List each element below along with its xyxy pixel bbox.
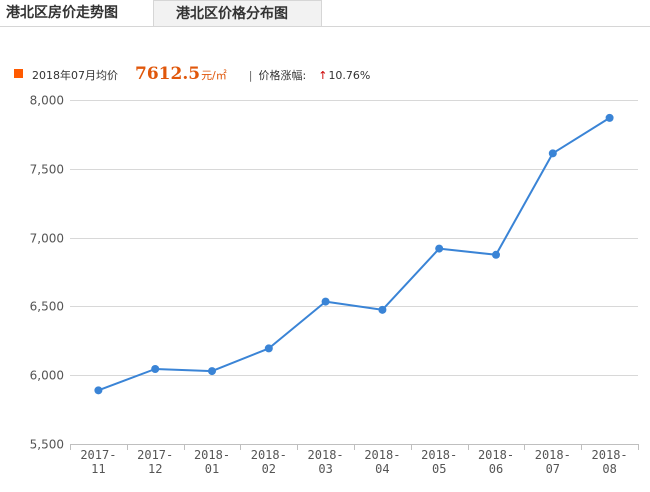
- data-point: [321, 297, 330, 306]
- y-tick-label: 7,500: [30, 163, 64, 177]
- x-tick-label: 2018-: [592, 448, 628, 462]
- x-tick-label: 02: [262, 462, 276, 476]
- x-tick-label: 03: [318, 462, 332, 476]
- x-tick-label: 01: [205, 462, 219, 476]
- y-tick-label: 7,000: [30, 232, 64, 246]
- data-point: [435, 244, 444, 253]
- data-point: [548, 149, 557, 158]
- x-tick-label: 2018-: [194, 448, 230, 462]
- data-point: [264, 344, 273, 353]
- y-tick-label: 5,500: [30, 438, 64, 452]
- y-tick-label: 6,500: [30, 300, 64, 314]
- x-tick-label: 2018-: [535, 448, 571, 462]
- x-tick-label: 2017-: [80, 448, 116, 462]
- x-tick-label: 12: [148, 462, 162, 476]
- x-tick-label: 06: [489, 462, 503, 476]
- data-point: [378, 305, 387, 314]
- data-point: [492, 250, 500, 259]
- x-tick-label: 04: [375, 462, 389, 476]
- data-point: [151, 365, 160, 374]
- x-tick-label: 2018-: [364, 448, 400, 462]
- data-point: [208, 367, 216, 376]
- y-tick-label: 6,000: [30, 369, 64, 383]
- x-tick-label: 07: [546, 462, 560, 476]
- x-tick-label: 2018-: [421, 448, 457, 462]
- x-tick-label: 2018-: [308, 448, 344, 462]
- x-tick-label: 2017-: [137, 448, 173, 462]
- price-trend-line-chart: 5,5006,0006,5007,0007,5008,0002017-11201…: [30, 94, 639, 476]
- y-tick-label: 8,000: [30, 94, 64, 108]
- x-tick-label: 2018-: [478, 448, 514, 462]
- x-tick-label: 11: [91, 462, 105, 476]
- data-point: [605, 113, 614, 122]
- x-tick-label: 05: [432, 462, 446, 476]
- data-point: [94, 386, 103, 395]
- x-tick-label: 2018-: [251, 448, 287, 462]
- x-tick-label: 08: [602, 462, 616, 476]
- series-line: [98, 117, 611, 392]
